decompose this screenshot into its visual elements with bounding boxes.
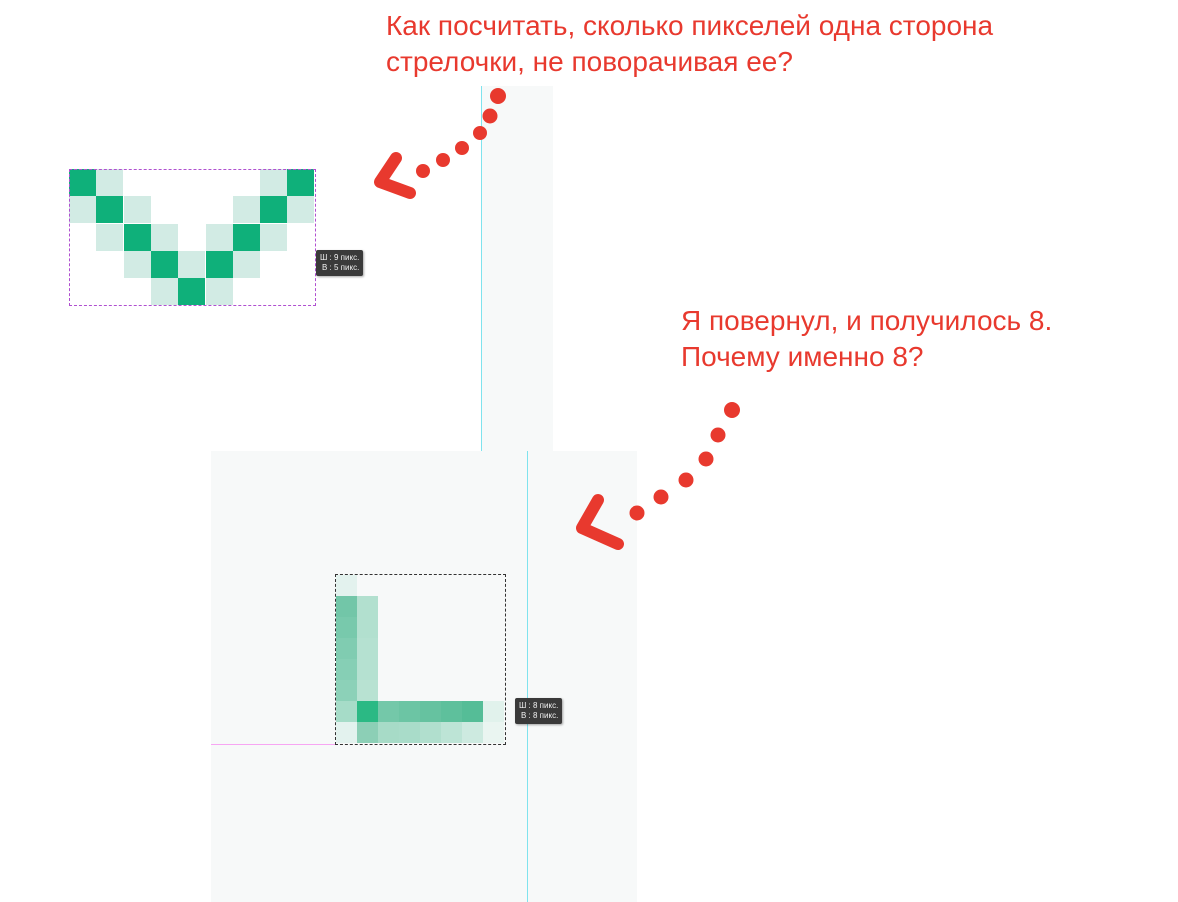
guide-horizontal — [211, 744, 336, 745]
annotation-top-line1: Как посчитать, сколько пикселей одна сто… — [386, 10, 994, 41]
tooltip-top-width: Ш : 9 пикс. — [320, 253, 360, 262]
annotation-top: Как посчитать, сколько пикселей одна сто… — [386, 8, 993, 80]
size-tooltip-bottom: Ш : 8 пикс. В : 8 пикс. — [515, 698, 563, 724]
guide-vertical-bottom — [527, 451, 528, 902]
annotation-bottom-line1: Я повернул, и получилось 8. — [681, 305, 1053, 336]
tooltip-bottom-width: Ш : 8 пикс. — [519, 701, 559, 710]
annotation-bottom: Я повернул, и получилось 8. Почему именн… — [681, 303, 1052, 375]
canvas-top-strip — [481, 86, 553, 451]
size-tooltip-top: Ш : 9 пикс. В : 5 пикс. — [316, 250, 364, 276]
annotation-top-line2: стрелочки, не поворачивая ее? — [386, 46, 793, 77]
guide-vertical-top — [481, 86, 482, 451]
tooltip-top-height: В : 5 пикс. — [322, 263, 360, 272]
annotation-bottom-line2: Почему именно 8? — [681, 341, 924, 372]
selection-box-bottom — [335, 574, 506, 745]
tooltip-bottom-height: В : 8 пикс. — [521, 711, 559, 720]
selection-box-top — [69, 169, 316, 306]
